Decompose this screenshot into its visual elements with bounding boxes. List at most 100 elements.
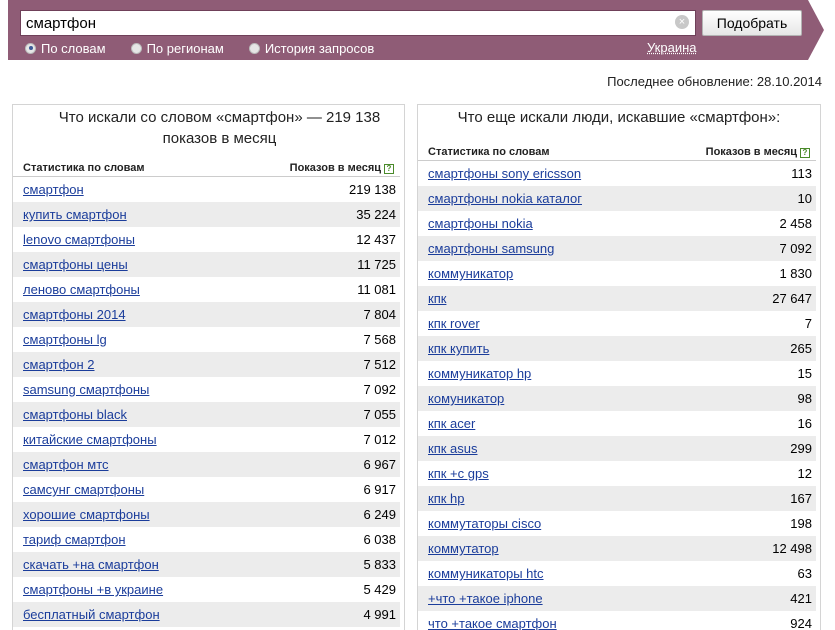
help-icon[interactable]: ?: [384, 164, 394, 174]
phrase-link[interactable]: lenovo смартфоны: [23, 232, 135, 247]
phrase-link[interactable]: кпк acer: [428, 416, 475, 431]
phrase-link[interactable]: самсунг смартфоны: [23, 482, 144, 497]
radio-query-history[interactable]: [248, 42, 260, 54]
search-input[interactable]: [20, 10, 696, 36]
phrase-link[interactable]: смартфоны nokia каталог: [428, 191, 582, 206]
phrase-link[interactable]: смартфоны sony ericsson: [428, 166, 581, 181]
phrase-link[interactable]: коммуникатор hp: [428, 366, 531, 381]
table-row: lenovo смартфоны 12 437: [13, 227, 400, 252]
phrase-link[interactable]: кпк asus: [428, 441, 478, 456]
mode-label: По словам: [41, 40, 106, 56]
mode-label: История запросов: [264, 40, 375, 56]
phrase-link[interactable]: коммуникаторы htc: [428, 566, 544, 581]
table-row: смартфоны nokia каталог 10: [418, 186, 816, 211]
clear-icon[interactable]: ×: [675, 15, 689, 29]
impressions-count: 7 055: [363, 407, 396, 422]
impressions-count: 167: [790, 491, 812, 506]
radio-by-words[interactable]: [25, 42, 36, 54]
right-panel: Что еще искали люди, искавшие «смартфон»…: [417, 104, 821, 630]
col-count: Показов в месяц: [705, 146, 797, 158]
col-count-wrap: Показов в месяц?: [290, 162, 394, 174]
region-link[interactable]: Украина: [647, 40, 697, 55]
impressions-count: 63: [797, 566, 812, 581]
phrase-link[interactable]: samsung смартфоны: [23, 382, 149, 397]
phrase-link[interactable]: коммутатор: [428, 541, 499, 556]
table-row: коммуникатор 1 830: [418, 261, 816, 286]
help-icon[interactable]: ?: [800, 148, 810, 158]
impressions-count: 35 224: [356, 207, 396, 222]
table-row: смартфоны samsung 7 092: [418, 236, 816, 261]
phrase-link[interactable]: смартфоны black: [23, 407, 127, 422]
phrase-link[interactable]: смартфоны 2014: [23, 307, 126, 322]
impressions-count: 12: [797, 466, 812, 481]
phrase-link[interactable]: китайские смартфоны: [23, 432, 157, 447]
phrase-link[interactable]: кпк: [428, 291, 446, 306]
phrase-link[interactable]: коммуникатор: [428, 266, 513, 281]
impressions-count: 12 437: [356, 232, 396, 247]
table-row: купить смартфон 35 224: [13, 202, 400, 227]
phrase-link[interactable]: бесплатный смартфон: [23, 607, 160, 622]
phrase-link[interactable]: тариф смартфон: [23, 532, 126, 547]
impressions-count: 7 512: [363, 357, 396, 372]
phrase-link[interactable]: что +такое смартфон: [428, 616, 557, 630]
col-phrase: Статистика по словам: [23, 162, 145, 174]
phrase-link[interactable]: смартфоны nokia: [428, 216, 533, 231]
phrase-link[interactable]: смартфоны samsung: [428, 241, 554, 256]
mode-query-history[interactable]: История запросов: [248, 40, 375, 56]
impressions-count: 10: [797, 191, 812, 206]
mode-by-words[interactable]: По словам: [25, 40, 106, 56]
phrase-link[interactable]: смартфоны цены: [23, 257, 128, 272]
impressions-count: 11 725: [357, 257, 396, 272]
phrase-link[interactable]: коммутаторы cisco: [428, 516, 541, 531]
impressions-count: 15: [797, 366, 812, 381]
table-row: смартфоны black 7 055: [13, 402, 400, 427]
table-row: смартфон 2 7 512: [13, 352, 400, 377]
submit-button[interactable]: Подобрать: [702, 10, 802, 36]
impressions-count: 421: [790, 591, 812, 606]
column-header: Статистика по словам Показов в месяц?: [13, 155, 400, 177]
table-row: +что +такое iphone 421: [418, 586, 816, 611]
phrase-link[interactable]: смартфоны +в украине: [23, 582, 163, 597]
table-row: смартфоны sony ericsson 113: [418, 161, 816, 186]
table-row: смартфоны +в украине 5 429: [13, 577, 400, 602]
impressions-count: 4 991: [363, 607, 396, 622]
table-row: комуникатор 98: [418, 386, 816, 411]
phrase-link[interactable]: леново смартфоны: [23, 282, 140, 297]
phrase-link[interactable]: смартфон мтс: [23, 457, 109, 472]
left-rows: смартфон 219 138 купить смартфон 35 224 leno…: [13, 177, 400, 627]
table-row: samsung смартфоны 7 092: [13, 377, 400, 402]
table-row: леново смартфоны 11 081: [13, 277, 400, 302]
phrase-link[interactable]: скачать +на смартфон: [23, 557, 159, 572]
mode-by-regions[interactable]: По регионам: [130, 40, 224, 56]
phrase-link[interactable]: кпк купить: [428, 341, 489, 356]
impressions-count: 6 917: [363, 482, 396, 497]
impressions-count: 5 833: [363, 557, 396, 572]
phrase-link[interactable]: смартфон 2: [23, 357, 95, 372]
panel-title: Что еще искали люди, искавшие «смартфон»…: [457, 109, 781, 126]
impressions-count: 12 498: [772, 541, 812, 556]
phrase-link[interactable]: +что +такое iphone: [428, 591, 543, 606]
phrase-link[interactable]: смартфоны lg: [23, 332, 107, 347]
impressions-count: 7: [804, 316, 812, 331]
phrase-link[interactable]: смартфон: [23, 182, 84, 197]
column-header: Статистика по словам Показов в месяц?: [418, 139, 816, 161]
table-row: кпк +с gps 12: [418, 461, 816, 486]
impressions-count: 265: [790, 341, 812, 356]
phrase-link[interactable]: кпк +с gps: [428, 466, 489, 481]
phrase-link[interactable]: кпк rover: [428, 316, 480, 331]
impressions-count: 219 138: [349, 182, 396, 197]
table-row: смартфон 219 138: [13, 177, 400, 202]
radio-by-regions[interactable]: [130, 42, 142, 54]
right-rows: смартфоны sony ericsson 113 смартфоны noki…: [418, 161, 816, 630]
impressions-count: 6 038: [363, 532, 396, 547]
impressions-count: 6 967: [363, 457, 396, 472]
impressions-count: 1 830: [779, 266, 812, 281]
table-row: смартфон мтс 6 967: [13, 452, 400, 477]
phrase-link[interactable]: комуникатор: [428, 391, 504, 406]
phrase-link[interactable]: кпк hp: [428, 491, 465, 506]
phrase-link[interactable]: купить смартфон: [23, 207, 127, 222]
table-row: коммуникатор hp 15: [418, 361, 816, 386]
table-row: кпк rover 7: [418, 311, 816, 336]
phrase-link[interactable]: хорошие смартфоны: [23, 507, 150, 522]
impressions-count: 5 429: [363, 582, 396, 597]
